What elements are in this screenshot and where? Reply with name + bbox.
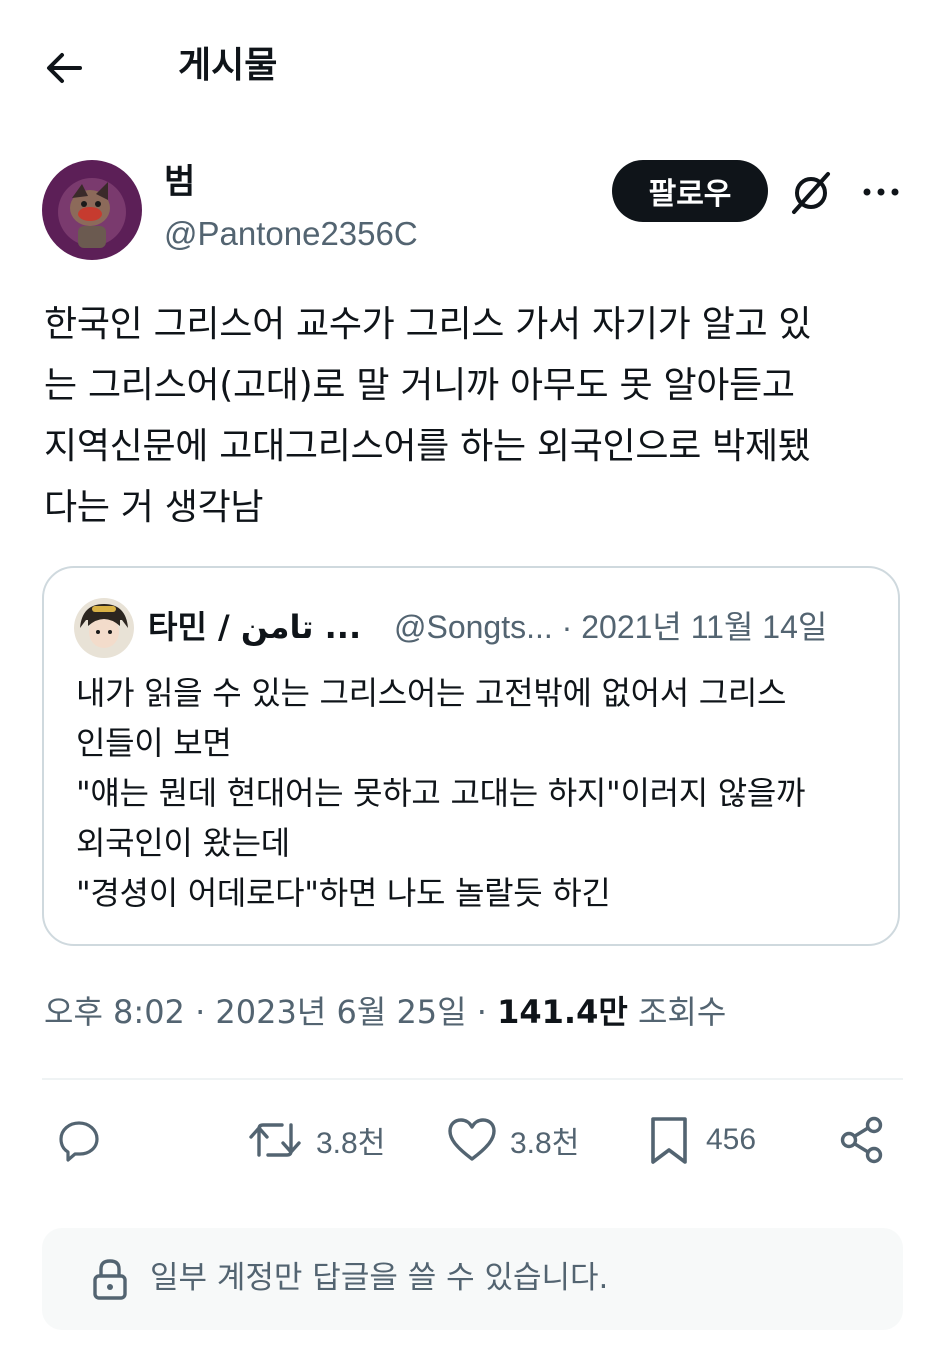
- like-button[interactable]: 3.8천: [446, 1110, 579, 1170]
- share-icon: [840, 1116, 883, 1164]
- avatar[interactable]: [42, 160, 142, 260]
- quoted-author-name: 타민 / تامن ...: [148, 608, 362, 646]
- divider: [42, 1078, 903, 1080]
- retweet-button[interactable]: 3.8천: [246, 1110, 385, 1170]
- back-arrow-icon[interactable]: [40, 44, 88, 92]
- share-button[interactable]: [836, 1110, 888, 1170]
- reply-icon: [59, 1121, 99, 1162]
- quoted-handle-date: @Songts... · 2021년 11월 14일: [394, 609, 828, 645]
- post-text: 한국인 그리스어 교수가 그리스 가서 자기가 알고 있 는 그리스어(고대)로…: [44, 304, 812, 528]
- like-count: 3.8천: [510, 1127, 580, 1160]
- author-handle[interactable]: @Pantone2356C: [164, 210, 418, 258]
- bookmark-count: 456: [706, 1123, 757, 1156]
- view-count-label: 조회수: [627, 993, 727, 1031]
- view-count: 141.4만: [497, 993, 628, 1031]
- retweet-icon: [249, 1123, 301, 1157]
- bookmark-button[interactable]: 456: [644, 1110, 756, 1170]
- bookmark-icon: [651, 1117, 687, 1164]
- post-timestamp[interactable]: 오후 8:02 · 2023년 6월 25일 ·: [44, 993, 497, 1031]
- author-name[interactable]: 범: [164, 158, 195, 206]
- reply-restriction-notice: 일부 계정만 답글을 쓸 수 있습니다.: [42, 1228, 903, 1330]
- quoted-post-card[interactable]: 타민 / تامن ... @Songts... · 2021년 11월 14일…: [42, 566, 900, 946]
- reply-restriction-text: 일부 계정만 답글을 쓸 수 있습니다.: [150, 1260, 609, 1296]
- quoted-post-text: 내가 읽을 수 있는 그리스어는 고전밖에 없어서 그리스 인들이 보면 "얘는…: [76, 674, 806, 912]
- lock-icon: [93, 1259, 127, 1300]
- post-meta: 오후 8:02 · 2023년 6월 25일 · 141.4만 조회수: [44, 988, 726, 1036]
- grok-icon[interactable]: [786, 168, 836, 218]
- retweet-count: 3.8천: [316, 1127, 386, 1160]
- follow-button[interactable]: 팔로우: [612, 160, 768, 222]
- heart-icon: [448, 1118, 496, 1161]
- quoted-avatar[interactable]: [74, 598, 134, 658]
- reply-button[interactable]: [54, 1110, 104, 1170]
- page-title: 게시물: [178, 45, 278, 86]
- more-options-icon[interactable]: [858, 170, 904, 214]
